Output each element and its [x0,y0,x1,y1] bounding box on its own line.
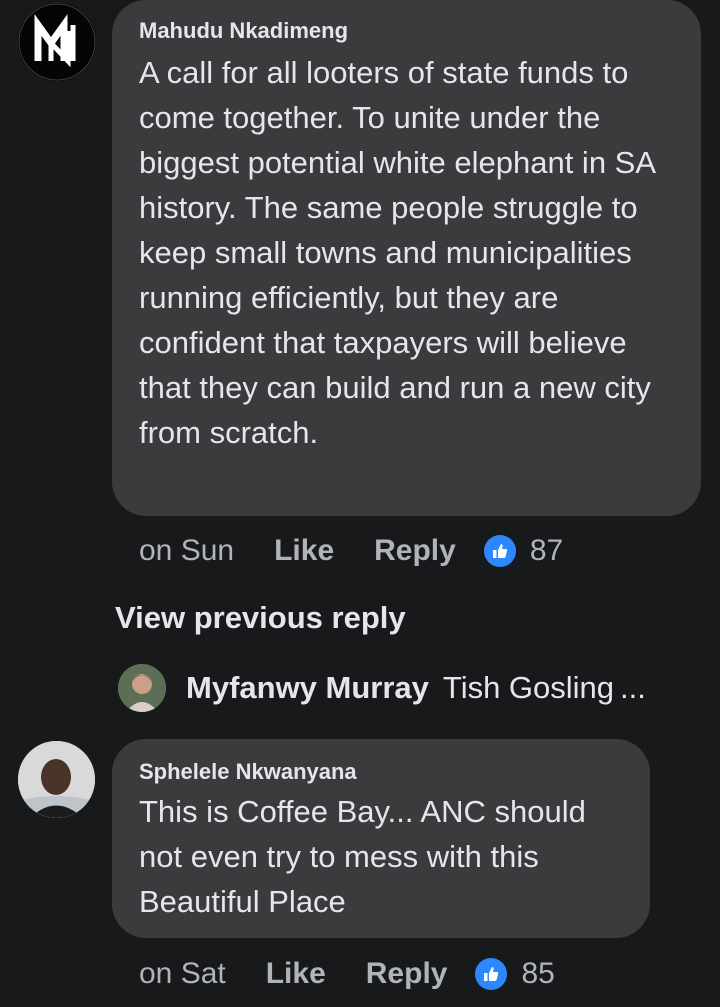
like-button[interactable]: Like [274,534,334,568]
reply-preview[interactable]: Myfanwy Murray Tish Gosling ... [118,664,646,712]
comment-actions-2: on Sat Like Reply 85 [139,953,555,995]
reply-button[interactable]: Reply [374,534,456,568]
avatar-mahudu[interactable] [18,3,96,81]
thumbs-up-icon [483,535,516,567]
view-previous-reply-link[interactable]: View previous reply [115,600,406,636]
comment-text: This is Coffee Bay... ANC should not eve… [139,794,586,919]
like-count[interactable]: 85 [521,957,554,991]
comment-bubble-1: Mahudu Nkadimeng A call for all looters … [112,0,701,516]
comment-bubble-2: Sphelele Nkwanyana This is Coffee Bay...… [112,739,650,938]
comment-author[interactable]: Mahudu Nkadimeng [139,18,675,44]
reply-author[interactable]: Myfanwy Murray [186,670,429,706]
reply-button[interactable]: Reply [366,957,448,991]
reply-ellipsis: ... [620,670,646,705]
comment-actions-1: on Sun Like Reply 87 [139,530,563,572]
comment-time[interactable]: on Sat [139,957,226,991]
mn-logo-icon [18,3,96,81]
thumbs-up-icon [475,958,508,990]
like-count[interactable]: 87 [530,534,563,568]
avatar-sphelele[interactable] [18,741,95,818]
reply-snippet: Tish Gosling [442,670,615,705]
avatar-myfanwy [118,664,166,712]
comment-time[interactable]: on Sun [139,534,234,568]
like-button[interactable]: Like [266,957,326,991]
comment-text: A call for all looters of state funds to… [139,55,655,450]
comment-author[interactable]: Sphelele Nkwanyana [139,759,624,785]
